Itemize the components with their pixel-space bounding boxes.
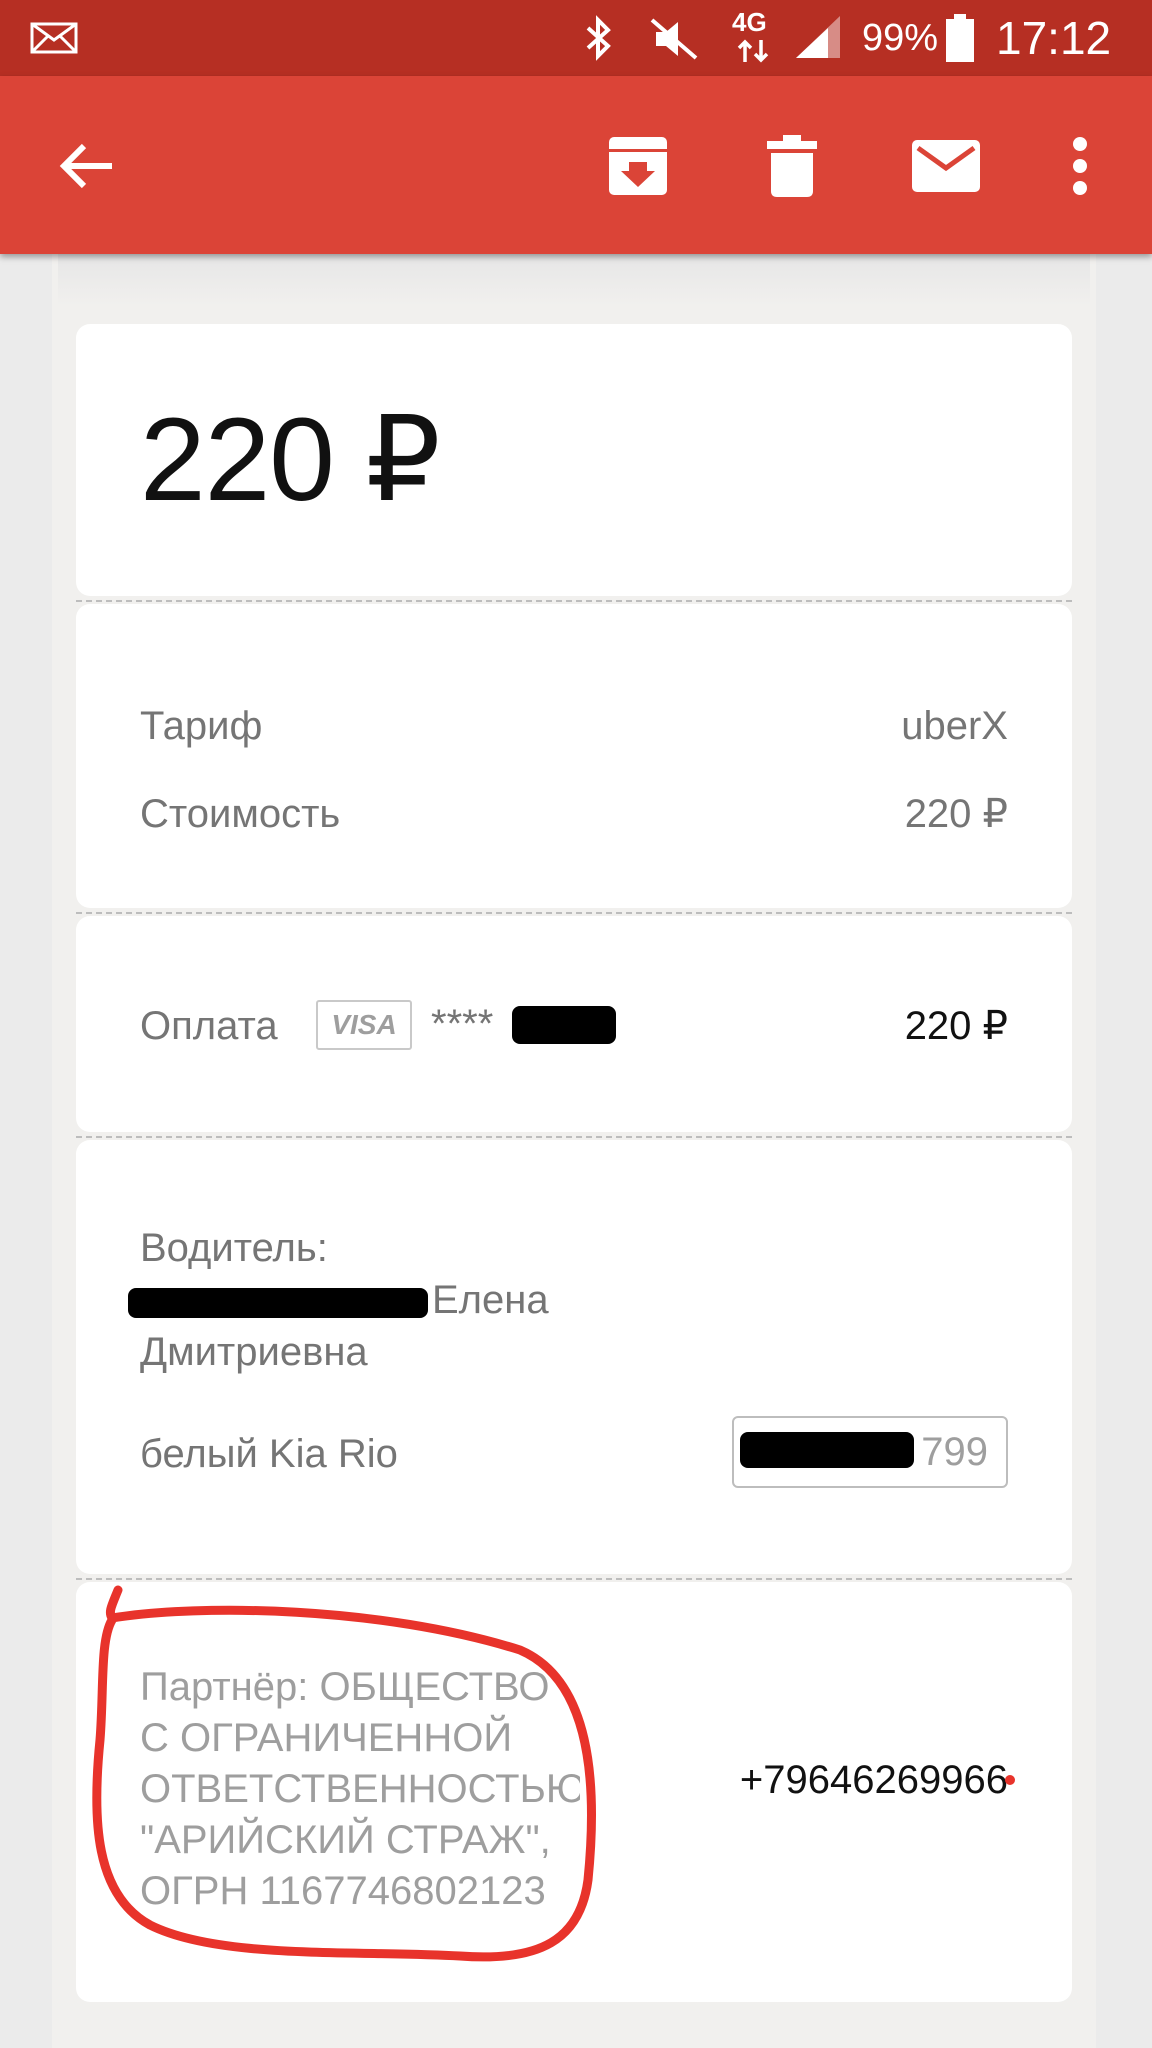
status-bar: 4G 99% 17:12 bbox=[0, 0, 1152, 76]
battery-icon bbox=[946, 14, 974, 62]
driver-patronymic: Дмитриевна bbox=[140, 1330, 368, 1374]
partner-info: Партнёр: ОБЩЕСТВО С ОГРАНИЧЕННОЙ ОТВЕТСТ… bbox=[140, 1662, 580, 1917]
total-card: 220 ₽ bbox=[76, 324, 1072, 596]
more-options-button[interactable] bbox=[1040, 126, 1120, 206]
delete-button[interactable] bbox=[752, 126, 832, 206]
card-brand: VISA bbox=[331, 1009, 397, 1040]
fare-card: Тариф uberX Стоимость 220 ₽ bbox=[76, 604, 1072, 908]
total-amount: 220 ₽ bbox=[140, 394, 441, 526]
divider bbox=[76, 912, 1072, 914]
email-notification-icon bbox=[30, 22, 78, 54]
divider bbox=[76, 1136, 1072, 1138]
redaction-mark bbox=[512, 1006, 616, 1044]
cost-value: 220 ₽ bbox=[904, 792, 1008, 836]
mark-unread-button[interactable] bbox=[906, 126, 986, 206]
bluetooth-icon bbox=[586, 15, 611, 61]
payment-amount: 220 ₽ bbox=[904, 1004, 1008, 1048]
partner-line: ОГРН 1167746802123 bbox=[140, 1869, 546, 1913]
payment-label: Оплата bbox=[140, 1004, 278, 1048]
archive-button[interactable] bbox=[598, 126, 678, 206]
redaction-mark bbox=[128, 1288, 428, 1318]
card-number-masked: **** bbox=[431, 1002, 494, 1046]
partner-line: "АРИЙСКИЙ СТРАЖ", bbox=[140, 1818, 551, 1862]
mute-icon bbox=[650, 18, 698, 60]
visa-card-icon: VISA bbox=[316, 1000, 412, 1050]
email-header-strip bbox=[58, 254, 1090, 306]
car-description: белый Kia Rio bbox=[140, 1432, 398, 1476]
more-vert-icon bbox=[1073, 137, 1087, 195]
tariff-label: Тариф bbox=[140, 704, 263, 748]
arrow-left-icon bbox=[59, 143, 112, 189]
partner-line: Партнёр: ОБЩЕСТВО bbox=[140, 1665, 550, 1709]
trash-icon bbox=[767, 135, 817, 197]
driver-label: Водитель: bbox=[140, 1226, 328, 1270]
partner-line: ОТВЕТСТВЕННОСТЬЮ bbox=[140, 1767, 580, 1811]
data-transfer-icon bbox=[737, 39, 769, 63]
partner-phone-link[interactable]: +79646269966 bbox=[740, 1756, 1008, 1804]
back-button[interactable] bbox=[46, 126, 126, 206]
driver-card: Водитель: Елена Дмитриевна белый Kia Rio… bbox=[76, 1140, 1072, 1574]
mail-icon bbox=[912, 140, 980, 192]
partner-card: Партнёр: ОБЩЕСТВО С ОГРАНИЧЕННОЙ ОТВЕТСТ… bbox=[76, 1582, 1072, 2002]
partner-line: С ОГРАНИЧЕННОЙ bbox=[140, 1716, 513, 1760]
app-bar bbox=[0, 76, 1152, 254]
payment-card: Оплата VISA **** 220 ₽ bbox=[76, 916, 1072, 1132]
network-type: 4G bbox=[732, 7, 767, 37]
tariff-value: uberX bbox=[901, 704, 1008, 748]
archive-icon bbox=[609, 137, 667, 195]
battery-percent: 99% bbox=[862, 17, 939, 59]
email-body: 220 ₽ Тариф uberX Стоимость 220 ₽ Оплата… bbox=[52, 254, 1096, 2048]
plate-number: 799 bbox=[921, 1430, 988, 1474]
signal-icon bbox=[796, 16, 840, 58]
cost-label: Стоимость bbox=[140, 792, 341, 836]
redaction-mark bbox=[740, 1432, 914, 1468]
divider bbox=[76, 1578, 1072, 1580]
clock: 17:12 bbox=[996, 12, 1112, 64]
driver-first-name: Елена bbox=[432, 1278, 549, 1322]
divider bbox=[76, 600, 1072, 602]
